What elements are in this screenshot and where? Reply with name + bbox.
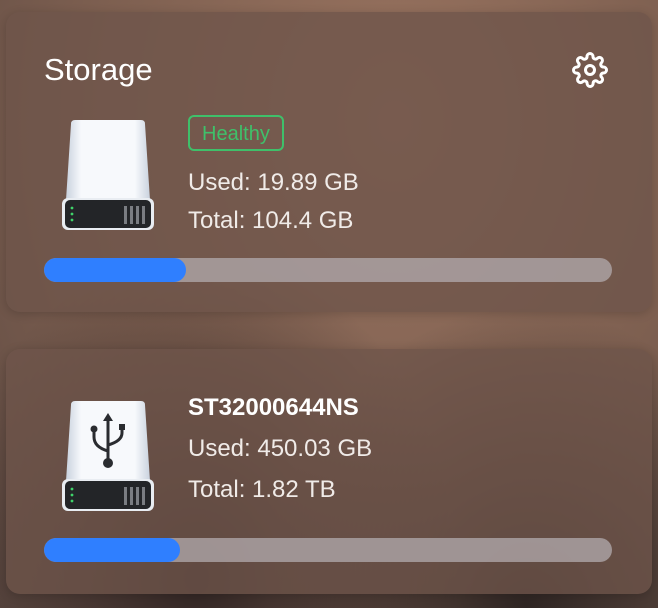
storage-card-usb: ST32000644NS Used: 450.03 GB Total: 1.82… [6,349,652,594]
hard-drive-icon [62,120,154,230]
status-badge: Healthy [188,115,284,151]
usage-progress-fill [44,258,186,282]
gear-icon[interactable] [572,52,608,88]
storage-title: Storage [44,52,153,87]
usage-progress-bar [44,258,612,282]
used-label: Used: 19.89 GB [188,169,359,196]
used-label: Used: 450.03 GB [188,435,373,462]
usage-progress-fill [44,538,181,562]
usage-progress-bar [44,538,612,562]
total-label: Total: 1.82 TB [188,476,336,503]
storage-card-system: Storage Healthy Used: 19.89 GB Total: 10… [6,12,652,312]
drive-name: ST32000644NS [188,394,359,421]
usb-drive-icon [62,401,154,511]
total-label: Total: 104.4 GB [188,207,354,234]
